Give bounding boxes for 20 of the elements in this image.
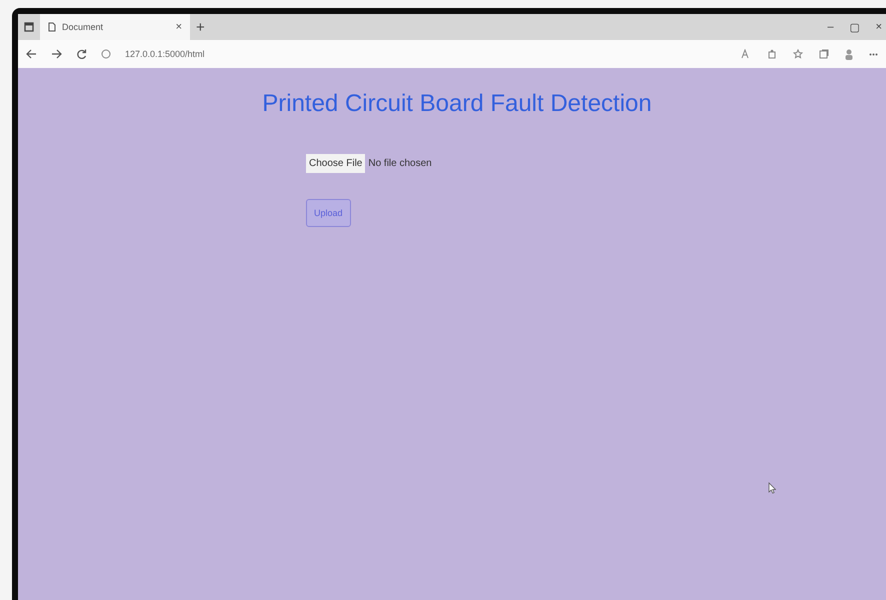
address-field[interactable]: 127.0.0.1:5000/html: [125, 49, 205, 59]
forward-icon[interactable]: [51, 49, 62, 59]
tab-actions-icon[interactable]: [24, 22, 34, 32]
star-icon[interactable]: [793, 49, 803, 59]
page-icon: [48, 22, 56, 32]
collections-icon[interactable]: [819, 49, 829, 59]
tab-close-button[interactable]: ×: [176, 21, 182, 33]
refresh-icon[interactable]: [76, 48, 87, 60]
choose-file-button[interactable]: Choose File: [306, 154, 366, 173]
browser-tab[interactable]: Document ×: [40, 14, 190, 40]
new-tab-button[interactable]: +: [196, 18, 205, 36]
minimize-button[interactable]: –: [827, 20, 834, 34]
profile-icon[interactable]: [845, 48, 853, 60]
file-status: No file chosen: [368, 158, 432, 169]
maximize-button[interactable]: ▢: [850, 20, 860, 34]
close-button[interactable]: ×: [876, 20, 882, 34]
mouse-pointer-icon: [768, 482, 776, 494]
back-icon[interactable]: [26, 49, 37, 59]
more-icon[interactable]: [869, 52, 878, 56]
page-heading: Printed Circuit Board Fault Detection: [261, 90, 652, 118]
